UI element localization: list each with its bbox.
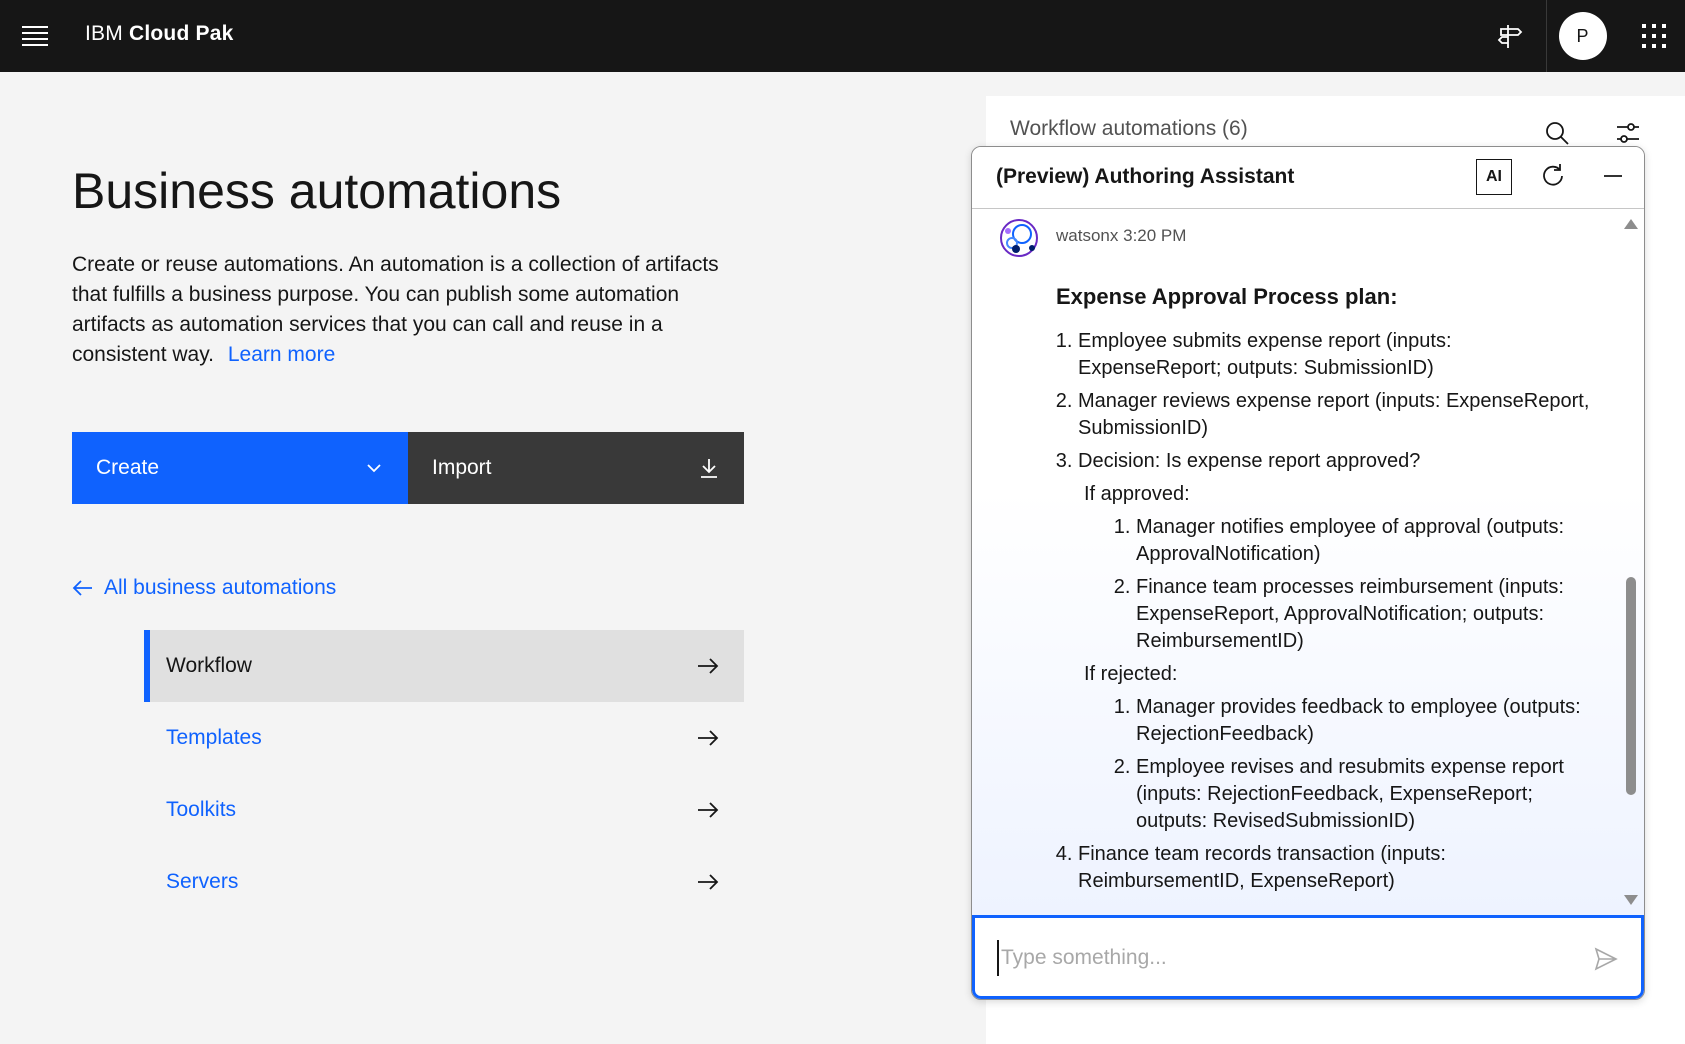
plan-step-text: Decision: Is expense report approved? xyxy=(1078,450,1421,472)
arrow-right-icon xyxy=(698,658,719,674)
nav-item-servers[interactable]: Servers xyxy=(144,846,744,918)
workflow-automations-title: Workflow automations (6) xyxy=(1010,117,1248,140)
import-button-label: Import xyxy=(432,456,492,479)
message-content: Expense Approval Process plan: Employee … xyxy=(1056,283,1596,901)
plan-substep: Manager notifies employee of approval (o… xyxy=(1136,514,1596,568)
nav-item-label: Toolkits xyxy=(166,798,237,821)
nav-item-label: Servers xyxy=(166,870,239,893)
app-switcher-icon[interactable] xyxy=(1630,0,1678,72)
nav-item-workflow[interactable]: Workflow xyxy=(144,630,744,702)
description-text: Create or reuse automations. An automati… xyxy=(72,253,719,366)
watsonx-avatar-icon xyxy=(998,217,1040,259)
plan-title: Expense Approval Process plan: xyxy=(1056,284,1398,309)
page-description: Create or reuse automations. An automati… xyxy=(72,250,722,370)
approved-steps: Manager notifies employee of approval (o… xyxy=(1084,514,1596,655)
scroll-up-arrow[interactable] xyxy=(1624,219,1638,229)
import-button[interactable]: Import xyxy=(408,432,744,504)
back-link-label: All business automations xyxy=(104,576,337,599)
message-meta: watsonx 3:20 PM xyxy=(1056,226,1186,246)
if-approved-label: If approved: xyxy=(1084,483,1190,505)
user-avatar-button[interactable]: P xyxy=(1546,0,1618,72)
arrow-right-icon xyxy=(698,730,719,746)
message-sender: watsonx xyxy=(1056,226,1119,245)
plan-substep: Finance team processes reimbursement (in… xyxy=(1136,574,1596,655)
assistant-header: (Preview) Authoring Assistant AI xyxy=(972,147,1644,209)
refresh-icon[interactable] xyxy=(1538,161,1568,196)
arrow-right-icon xyxy=(698,802,719,818)
all-business-automations-link[interactable]: All business automations xyxy=(72,576,336,600)
menu-icon[interactable] xyxy=(22,26,48,46)
chevron-down-icon xyxy=(367,464,381,473)
ai-badge[interactable]: AI xyxy=(1476,159,1512,195)
top-nav-bar: IBM Cloud Pak P xyxy=(0,0,1685,72)
assistant-conversation: watsonx 3:20 PM Expense Approval Process… xyxy=(972,209,1644,915)
minimize-icon[interactable] xyxy=(1598,161,1628,196)
message-time: 3:20 PM xyxy=(1123,226,1187,245)
nav-item-label: Templates xyxy=(166,726,262,749)
plan-step-decision: Decision: Is expense report approved? If… xyxy=(1078,448,1596,835)
message-input[interactable] xyxy=(997,940,1577,976)
nav-item-templates[interactable]: Templates xyxy=(144,702,744,774)
plan-step: Finance team records transaction (inputs… xyxy=(1078,841,1596,895)
page-title: Business automations xyxy=(72,163,562,219)
create-button[interactable]: Create xyxy=(72,432,408,504)
rejected-steps: Manager provides feedback to employee (o… xyxy=(1084,694,1596,835)
create-button-label: Create xyxy=(96,456,160,479)
approved-branch: If approved: Manager notifies employee o… xyxy=(1084,481,1596,835)
assistant-title: (Preview) Authoring Assistant xyxy=(996,165,1295,188)
arrow-left-icon xyxy=(72,580,92,596)
plan-step: Manager reviews expense report (inputs: … xyxy=(1078,388,1596,442)
scroll-thumb[interactable] xyxy=(1626,577,1636,795)
plan-steps: Employee submits expense report (inputs:… xyxy=(1056,328,1596,895)
download-icon xyxy=(701,459,717,478)
brand-prefix: IBM xyxy=(85,22,123,45)
plan-substep: Manager provides feedback to employee (o… xyxy=(1136,694,1596,748)
send-icon[interactable] xyxy=(1593,946,1619,977)
avatar: P xyxy=(1558,12,1607,60)
if-rejected-label: If rejected: xyxy=(1084,663,1178,685)
conversation-scrollbar[interactable] xyxy=(1624,219,1638,915)
learn-more-link[interactable]: Learn more xyxy=(228,343,335,366)
plan-step: Employee submits expense report (inputs:… xyxy=(1078,328,1596,382)
nav-item-toolkits[interactable]: Toolkits xyxy=(144,774,744,846)
authoring-assistant-panel: (Preview) Authoring Assistant AI watsonx xyxy=(971,146,1645,1000)
message-input-container xyxy=(972,915,1644,999)
nav-item-label: Workflow xyxy=(166,654,252,677)
scroll-down-arrow[interactable] xyxy=(1624,895,1638,905)
plan-substep: Employee revises and resubmits expense r… xyxy=(1136,754,1596,835)
arrow-right-icon xyxy=(698,874,719,890)
brand-name: Cloud Pak xyxy=(128,22,234,45)
signpost-icon[interactable] xyxy=(1486,0,1534,72)
product-brand[interactable]: IBM Cloud Pak xyxy=(85,22,233,46)
